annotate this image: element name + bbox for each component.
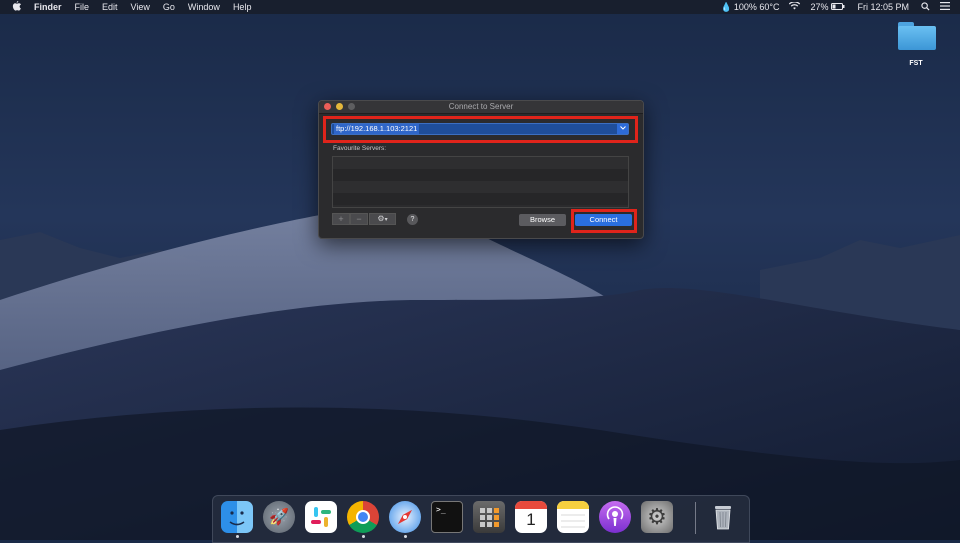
rocket-icon: 🚀 (269, 509, 289, 526)
dock-terminal[interactable]: >_ (431, 501, 463, 533)
menu-file[interactable]: File (75, 2, 90, 12)
dock-notes[interactable] (557, 501, 589, 533)
chrome-icon (356, 510, 370, 524)
menu-app-name[interactable]: Finder (34, 2, 62, 12)
favourite-servers-label: Favourite Servers: (333, 145, 387, 152)
chevron-down-icon: ▾ (384, 217, 388, 223)
dock-chrome[interactable] (347, 501, 379, 533)
help-button[interactable]: ? (407, 214, 418, 225)
menu-help[interactable]: Help (233, 2, 252, 12)
menu-go[interactable]: Go (163, 2, 175, 12)
podcasts-icon (606, 506, 624, 526)
list-item[interactable] (333, 169, 628, 181)
list-item[interactable] (333, 157, 628, 169)
running-indicator (404, 535, 407, 538)
favourites-controls: + − ⚙▾ (332, 213, 396, 225)
dock-separator (695, 502, 696, 534)
menu-view[interactable]: View (131, 2, 150, 12)
menu-bar: Finder File Edit View Go Window Help 💧 1… (0, 0, 960, 14)
gear-icon: ⚙ (647, 504, 667, 529)
favourite-servers-list[interactable] (332, 156, 629, 208)
browse-button[interactable]: Browse (519, 214, 566, 226)
dock-safari[interactable] (389, 501, 421, 533)
notes-lines-icon (561, 514, 585, 528)
slack-icon (311, 507, 331, 527)
droplet-icon[interactable]: 💧 (721, 2, 732, 13)
gear-icon: ⚙ (377, 214, 385, 223)
desktop-wallpaper (0, 210, 960, 540)
dock-launchpad[interactable]: 🚀 (263, 501, 295, 533)
battery-icon[interactable] (831, 2, 845, 12)
notes-header (557, 501, 589, 509)
list-item[interactable] (333, 181, 628, 193)
add-favourite-button[interactable]: + (332, 213, 350, 225)
dock-finder[interactable] (221, 501, 253, 533)
address-highlight-box (323, 116, 638, 143)
running-indicator (236, 535, 239, 538)
clock[interactable]: Fri 12:05 PM (857, 2, 909, 12)
calculator-icon (480, 508, 499, 527)
dock-calendar[interactable]: 1 (515, 501, 547, 533)
connect-to-server-dialog: Connect to Server ftp://192.168.1.103:21… (318, 100, 644, 239)
gear-menu-button[interactable]: ⚙▾ (369, 213, 396, 225)
menu-edit[interactable]: Edit (102, 2, 118, 12)
running-indicator (362, 535, 365, 538)
trash-icon (715, 506, 731, 530)
list-item[interactable] (333, 193, 628, 205)
spotlight-search-icon[interactable] (921, 1, 930, 13)
menu-window[interactable]: Window (188, 2, 220, 12)
dock-slack[interactable] (305, 501, 337, 533)
wifi-icon[interactable] (789, 1, 801, 12)
battery-percent[interactable]: 27% (810, 2, 828, 12)
apple-icon[interactable] (12, 1, 21, 13)
connect-highlight-box (571, 209, 637, 233)
zoom-window-button[interactable] (348, 103, 355, 110)
calendar-header (515, 501, 547, 509)
compass-icon (397, 509, 413, 525)
folder-icon (896, 20, 936, 50)
notification-center-icon[interactable] (940, 2, 950, 12)
desktop-folder-fst[interactable]: FST (893, 20, 939, 67)
calendar-day: 1 (526, 510, 536, 529)
remove-favourite-button[interactable]: − (350, 213, 368, 225)
minimize-window-button[interactable] (336, 103, 343, 110)
dialog-title: Connect to Server (448, 102, 514, 111)
terminal-prompt: >_ (436, 505, 446, 514)
dock-podcasts[interactable] (599, 501, 631, 533)
dock-calculator[interactable] (473, 501, 505, 533)
desktop-folder-label: FST (909, 60, 923, 67)
dock-trash[interactable] (707, 501, 739, 533)
dock-system-preferences[interactable]: ⚙ (641, 501, 673, 533)
finder-face-icon (229, 511, 245, 526)
dock: 🚀 >_ 1 ⚙ (212, 495, 750, 543)
status-battery-temp[interactable]: 100% 60°C (734, 2, 780, 12)
close-window-button[interactable] (324, 103, 331, 110)
dialog-titlebar[interactable]: Connect to Server (319, 101, 643, 114)
